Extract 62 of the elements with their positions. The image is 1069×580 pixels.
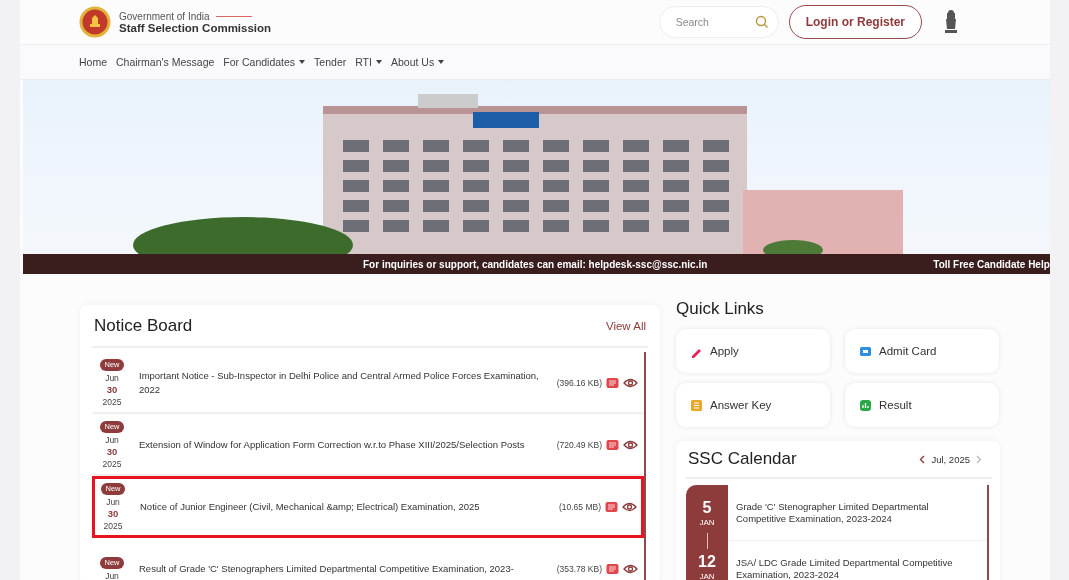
section-title: Quick Links <box>676 299 765 320</box>
eye-icon[interactable] <box>623 440 638 450</box>
search-icon <box>754 15 769 29</box>
pdf-icon[interactable] <box>606 563 619 575</box>
calendar-month: Jul, 2025 <box>931 453 970 465</box>
emblem-logo-icon <box>79 6 111 38</box>
date-year: 2025 <box>102 457 122 470</box>
date-day: 30 <box>106 383 118 396</box>
date-month: Jun <box>105 569 119 580</box>
org-title: Staff Selection Commission <box>119 21 272 34</box>
event-title: Grade 'C' Stenographer Limited Departmental Competitive Examination, 2023-2024 <box>728 485 987 541</box>
org-subtitle: Government of India <box>119 10 210 22</box>
nav-link[interactable]: Chairman's Message <box>116 56 215 68</box>
event-day: 5 <box>702 499 712 517</box>
notice-title: Result of Grade 'C' Stenographers Limited Departmental Competitive Examination, 2023- <box>139 562 515 576</box>
ticker-text: For inquiries or support, candidates can email: helpdesk-ssc@ssc.nic.in <box>363 258 708 270</box>
date-month: Jun <box>106 495 120 508</box>
event-month: JAN <box>699 571 715 580</box>
nav-link[interactable]: RTI <box>355 56 382 68</box>
date-day: 30 <box>106 445 118 458</box>
notice-title: Important Notice - Sub-Inspector in Delhi Police and Central Armed Police Forces Examination, 2022 <box>139 369 540 397</box>
caret-icon <box>375 60 382 64</box>
date-year: 2025 <box>103 519 123 532</box>
caret-icon <box>438 60 445 64</box>
id-card-icon <box>859 344 872 358</box>
pdf-icon[interactable] <box>606 439 619 451</box>
event-day: 12 <box>698 553 716 571</box>
pdf-icon[interactable] <box>606 377 619 389</box>
nav-link[interactable]: For Candidates <box>223 56 306 68</box>
file-size: (10.65 MB) <box>558 502 601 512</box>
login-button[interactable]: Login or Register <box>788 5 922 39</box>
date-day: 30 <box>107 507 119 520</box>
chevron-left-icon[interactable] <box>919 454 926 464</box>
pdf-icon[interactable] <box>605 501 618 513</box>
notice-title: Notice of Junior Engineer (Civil, Mechanical &amp; Electrical) Examination, 2025 <box>140 500 481 514</box>
bar-chart-icon <box>859 398 872 412</box>
quick-link[interactable]: Apply <box>676 329 830 373</box>
file-size: (396.16 KB) <box>556 378 602 388</box>
list-icon <box>690 398 703 412</box>
date-year: 2025 <box>102 395 122 408</box>
caret-icon <box>299 60 306 64</box>
file-size: (353.78 KB) <box>556 564 602 574</box>
quick-link[interactable]: Admit Card <box>845 329 999 373</box>
eye-icon[interactable] <box>622 502 637 512</box>
quick-link[interactable]: Result <box>845 383 999 427</box>
nav-link[interactable]: Home <box>79 56 107 68</box>
search-field[interactable]: Search <box>658 6 779 38</box>
notice-title: Extension of Window for Application Form Correction w.r.to Phase XIII/2025/Selection Posts <box>139 438 526 452</box>
section-title: SSC Calendar <box>688 449 797 469</box>
ticker-text: Toll Free Candidate Help <box>933 258 1050 270</box>
event-title: JSA/ LDC Grade Limited Departmental Competitive Examination, 2023-2024 <box>728 541 987 580</box>
date-month: Jun <box>105 371 119 384</box>
view-all-link[interactable]: View All <box>605 319 646 332</box>
date-month: Jun <box>105 433 119 446</box>
eye-icon[interactable] <box>623 564 638 574</box>
event-month: JAN <box>699 517 715 529</box>
nav-link[interactable]: About Us <box>390 56 445 68</box>
eye-icon[interactable] <box>623 378 638 388</box>
file-size: (720.49 KB) <box>556 440 602 450</box>
quick-link[interactable]: Answer Key <box>676 383 830 427</box>
section-title: Notice Board <box>94 315 193 336</box>
nav-link[interactable]: Tender <box>314 56 347 68</box>
